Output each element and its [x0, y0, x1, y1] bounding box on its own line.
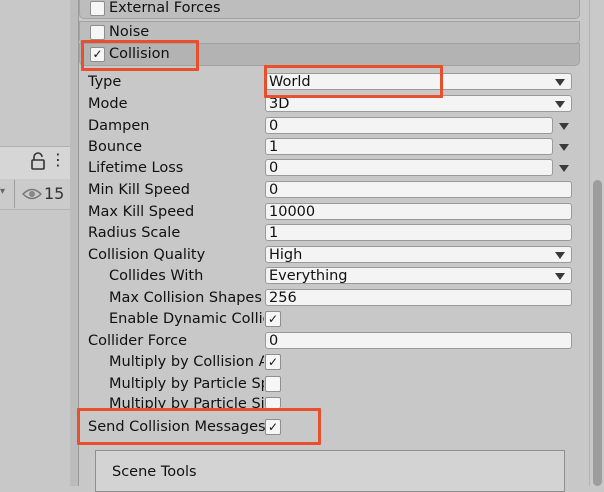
collider-force-field[interactable]: 0	[265, 332, 572, 349]
module-label: External Forces	[109, 0, 221, 16]
prop-label-collides-with: Collides With	[109, 268, 204, 284]
multiply-by-collision-angle-checkbox[interactable]: ✓	[265, 354, 281, 370]
module-label: Noise	[109, 24, 150, 40]
highlight-send-collision-messages	[77, 408, 321, 445]
prop-label-enable-dynamic-colliders: Enable Dynamic Collide	[109, 311, 264, 327]
prop-label-radius-scale: Radius Scale	[88, 225, 181, 241]
prop-label-collision-quality: Collision Quality	[88, 247, 206, 263]
prop-label-collider-force: Collider Force	[88, 333, 188, 349]
curve-mode-dropdown-icon[interactable]	[559, 144, 569, 151]
highlight-collision-module	[81, 40, 199, 71]
prop-label-max-kill-speed: Max Kill Speed	[88, 204, 195, 220]
prop-label-dampen: Dampen	[88, 118, 150, 134]
chevron-down-icon[interactable]: ▾	[0, 186, 5, 197]
prop-label-multiply-by-collision-angle: Multiply by Collision Ar	[109, 354, 264, 370]
prop-label-min-kill-speed: Min Kill Speed	[88, 182, 190, 198]
highlight-type-field	[264, 65, 443, 98]
scrollbar-thumb[interactable]	[593, 180, 602, 486]
module-header-external-forces[interactable]: External Forces	[79, 0, 580, 19]
prop-label-multiply-by-particle-speed: Multiply by Particle Sp	[109, 376, 264, 392]
collides-with-dropdown[interactable]: Everything	[265, 267, 572, 284]
chevron-down-icon	[555, 79, 565, 86]
prop-label-type: Type	[88, 74, 122, 90]
more-icon[interactable]: ⋮	[50, 150, 66, 170]
curve-mode-dropdown-icon[interactable]	[559, 165, 569, 172]
chevron-down-icon	[555, 252, 565, 259]
collision-quality-dropdown[interactable]: High	[265, 246, 572, 263]
prop-label-bounce: Bounce	[88, 139, 143, 155]
inspector-scrollbar[interactable]	[589, 0, 604, 486]
eye-icon[interactable]	[22, 187, 42, 201]
prop-label-mode: Mode	[88, 96, 128, 112]
hierarchy-pane	[0, 0, 70, 486]
multiply-by-particle-size-checkbox[interactable]	[265, 397, 281, 408]
lifetime-loss-field[interactable]: 0	[265, 159, 553, 176]
curve-mode-dropdown-icon[interactable]	[559, 123, 569, 130]
radius-scale-field[interactable]: 1	[265, 224, 572, 241]
max-kill-speed-field[interactable]: 10000	[265, 203, 572, 220]
scene-tools-title: Scene Tools	[112, 464, 197, 480]
bounce-field[interactable]: 1	[265, 138, 553, 155]
visible-count: 15	[44, 184, 65, 203]
multiply-by-particle-speed-checkbox[interactable]	[265, 376, 281, 392]
max-collision-shapes-field[interactable]: 256	[265, 289, 572, 306]
divider	[14, 180, 15, 208]
chevron-down-icon	[555, 101, 565, 108]
module-toggle-noise[interactable]	[90, 25, 105, 40]
chevron-down-icon	[555, 273, 565, 280]
min-kill-speed-field[interactable]: 0	[265, 181, 572, 198]
prop-label-lifetime-loss: Lifetime Loss	[88, 160, 184, 176]
prop-label-multiply-by-particle-size: Multiply by Particle Siz	[109, 396, 264, 408]
lock-icon[interactable]	[30, 152, 46, 170]
module-toggle-external-forces[interactable]	[90, 1, 105, 16]
dampen-field[interactable]: 0	[265, 117, 553, 134]
prop-label-max-collision-shapes: Max Collision Shapes	[109, 290, 262, 306]
enable-dynamic-colliders-checkbox[interactable]: ✓	[265, 311, 281, 327]
